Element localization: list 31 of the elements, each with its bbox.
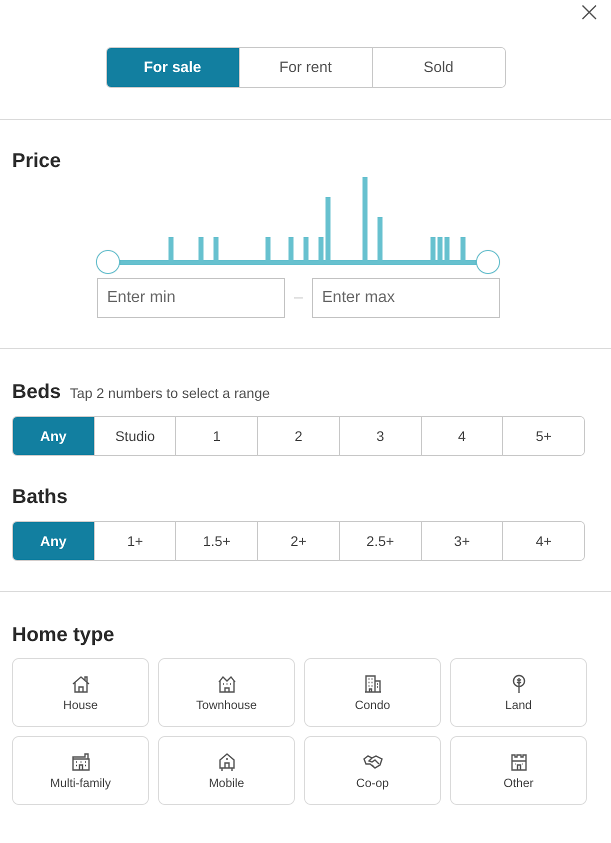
mobile-home-icon bbox=[216, 752, 236, 772]
section-title: Price bbox=[12, 150, 62, 173]
home-type-option[interactable]: Co-op bbox=[304, 736, 441, 805]
home-type-option[interactable]: Multi-family bbox=[12, 736, 149, 805]
baths-option[interactable]: 4+ bbox=[502, 522, 584, 560]
home-type-option[interactable]: Land bbox=[450, 658, 587, 727]
beds-option[interactable]: 5+ bbox=[502, 417, 584, 455]
min-price-field[interactable]: Enter min bbox=[97, 278, 285, 318]
home-type-option[interactable]: Condo bbox=[304, 658, 441, 727]
home-type-option[interactable]: Townhouse bbox=[158, 658, 295, 727]
section-title: Home type bbox=[12, 624, 116, 647]
home-type-option[interactable]: House bbox=[12, 658, 149, 727]
hint-text: Tap 2 numbers to select a range bbox=[70, 385, 270, 401]
section-title: Baths bbox=[12, 486, 68, 509]
townhouse-icon bbox=[216, 674, 236, 694]
home-type-option[interactable]: Other bbox=[450, 736, 587, 805]
baths-option[interactable]: Any bbox=[13, 522, 94, 560]
apartment-icon bbox=[70, 752, 90, 772]
beds-option[interactable]: Any bbox=[13, 417, 94, 455]
range-separator: – bbox=[293, 289, 304, 307]
max-price-field[interactable]: Enter max bbox=[312, 278, 500, 318]
listing-tab[interactable]: Sold bbox=[372, 48, 504, 87]
building-icon bbox=[362, 674, 382, 694]
slider-handle[interactable] bbox=[96, 250, 120, 274]
castle-icon bbox=[508, 752, 528, 772]
slider-handle[interactable] bbox=[476, 250, 500, 274]
home-type-option[interactable]: Mobile bbox=[158, 736, 295, 805]
section-title: Beds bbox=[12, 381, 61, 404]
house-icon bbox=[70, 674, 90, 694]
listing-tab[interactable]: For sale bbox=[106, 48, 238, 87]
close-button[interactable]: × bbox=[578, 0, 601, 24]
